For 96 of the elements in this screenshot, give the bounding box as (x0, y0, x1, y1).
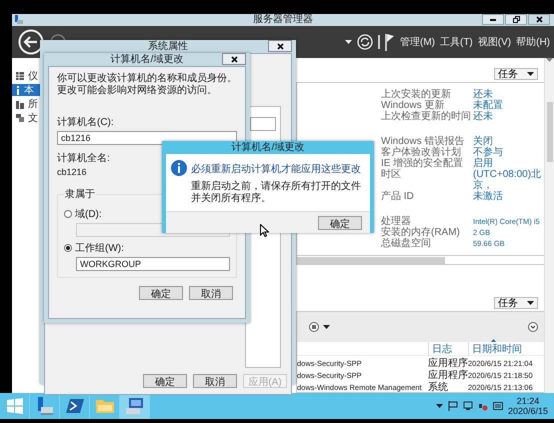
property-value[interactable]: 还未 (473, 111, 544, 122)
dialog-button[interactable]: 取消 (189, 286, 233, 300)
property-value[interactable]: 未配置 (473, 100, 544, 111)
table-cell-text: 应用程序 (428, 356, 468, 370)
property-value[interactable]: 关闭 (473, 136, 544, 147)
expand-icon[interactable] (528, 322, 538, 332)
sort-icon (491, 339, 496, 342)
dropdown-caret-icon (344, 40, 352, 44)
property-label: Windows 更新 (381, 100, 446, 111)
property-value[interactable]: 不参与 (473, 147, 544, 158)
windows-logo-icon (6, 398, 22, 414)
sidebar-label: 仪 (28, 70, 38, 83)
property-label: 时区 (381, 169, 402, 180)
clock-date: 2020/6/15 (508, 406, 548, 416)
folder-icon (94, 398, 114, 414)
tasks-button[interactable]: 任务 (494, 68, 538, 80)
show-hidden-icon (436, 404, 443, 408)
sidebar-label: 本 (24, 84, 34, 97)
table-cell-text: 应用程序 (428, 368, 468, 382)
close-icon (276, 42, 284, 50)
dialog-title: 系统属性 (148, 40, 188, 52)
close-icon (536, 16, 542, 23)
message-text: 重新启动之前，请保存所有打开的文件并关闭所有程序。 (191, 181, 362, 205)
menu-item[interactable]: 帮助(H) (516, 35, 550, 49)
grid-icon (16, 72, 24, 80)
network-icon[interactable] (462, 401, 473, 411)
text-field[interactable] (250, 117, 276, 131)
sidebar-item[interactable]: 仪 (12, 70, 50, 82)
minimize-button[interactable] (482, 14, 504, 25)
property-value[interactable]: 启用 (473, 158, 544, 169)
tasks-button[interactable]: 任务 (494, 297, 538, 309)
radio-option[interactable]: 工作组(W): (64, 241, 230, 255)
refresh-icon[interactable] (356, 34, 373, 50)
sidebar-label: 文 (28, 112, 38, 125)
info-icon (171, 160, 187, 176)
speaker-muted-icon[interactable] (478, 401, 488, 411)
full-name-text: cb1216 (57, 167, 87, 177)
flag-icon[interactable] (384, 33, 395, 51)
property-label: Windows 错误报告 (381, 136, 466, 147)
close-button[interactable] (528, 14, 550, 25)
filter-icon[interactable] (309, 322, 319, 332)
sidebar-item[interactable]: 文 (12, 112, 50, 124)
message-heading: 必须重新启动计算机才能应用这些更改 (191, 162, 362, 176)
close-button[interactable] (268, 40, 292, 52)
mouse-pointer-icon (260, 224, 269, 237)
property-label: 上次检查更新的时间 (381, 111, 472, 122)
property-label: 客户体验改善计划 (381, 147, 461, 158)
dialog-title: 计算机名/域更改 (110, 54, 184, 66)
restore-icon (512, 16, 520, 23)
keyboard-icon[interactable] (492, 401, 503, 411)
close-icon (230, 56, 238, 62)
info-icon (16, 86, 20, 94)
caret-icon (323, 325, 330, 329)
property-value[interactable]: 未激活 (473, 191, 544, 202)
flag-icon[interactable] (448, 401, 458, 411)
property-label: 总磁盘空间 (381, 238, 432, 249)
table-cell-text: 系统 (428, 380, 449, 394)
property-label: 处理器 (381, 216, 412, 227)
caret-icon (527, 72, 534, 76)
menu-item[interactable]: 视图(V) (478, 35, 512, 49)
field-label: 计算机名(C): (57, 116, 114, 129)
restore-button[interactable] (505, 14, 527, 25)
group-title: 隶属于 (64, 188, 96, 201)
caret-icon (527, 301, 534, 305)
computer-icon (124, 397, 144, 415)
app-icon (15, 15, 23, 24)
menu-item[interactable]: 工具(T) (440, 35, 473, 49)
vertical-scrollbar[interactable] (544, 58, 554, 393)
menu-item[interactable]: 管理(M) (400, 35, 435, 49)
horizontal-scrollbar[interactable] (297, 255, 544, 264)
property-value[interactable]: (UTC+08:00)北京， (473, 169, 544, 191)
property-label: 产品 ID (381, 191, 415, 202)
minimize-icon (490, 18, 496, 20)
property-label: IE 增强的安全配置 (381, 158, 464, 169)
sidebar-item[interactable]: 所 (12, 98, 50, 110)
property-label: 上次安装的更新 (381, 89, 452, 100)
field-label: 计算机全名: (57, 152, 110, 165)
close-button[interactable] (222, 53, 246, 65)
clock[interactable]: 21:24 2020/6/15 (508, 396, 548, 416)
property-value[interactable]: 还未 (473, 89, 544, 100)
separator-icon (378, 35, 380, 49)
server-icon (16, 100, 24, 108)
taskbar-app[interactable] (120, 393, 150, 419)
sidebar-label: 所 (28, 98, 38, 111)
column-header[interactable]: 日志 (428, 342, 468, 356)
property-label: 安装的内存(RAM) (381, 227, 461, 238)
dialog-button[interactable]: 确定 (143, 374, 187, 388)
description-text: 你可以更改该计算机的名称和成员身份。更改可能会影响对网络资源的访问。 (57, 73, 237, 97)
dialog-button[interactable]: 取消 (193, 374, 237, 388)
clock-time: 21:24 (516, 396, 540, 406)
input-field[interactable]: WORKGROUP (76, 257, 230, 271)
window-title: 服务器管理器 (253, 14, 313, 26)
dialog-button[interactable]: 确定 (139, 286, 183, 300)
ok-button[interactable]: 确定 (318, 216, 362, 230)
powershell-icon (66, 398, 84, 414)
back-icon[interactable] (18, 29, 44, 55)
